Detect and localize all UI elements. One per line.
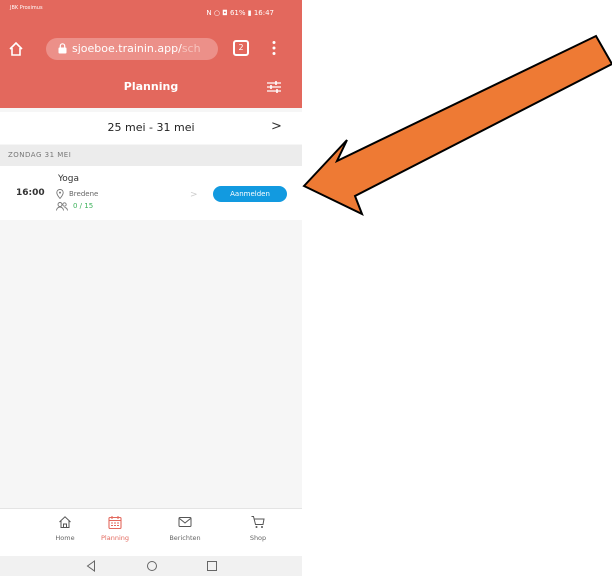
calendar-icon (108, 516, 122, 529)
week-range: 25 mei - 31 mei (107, 121, 195, 134)
event-title: Yoga (58, 174, 80, 184)
system-nav-bar (0, 556, 302, 576)
cart-icon (251, 516, 265, 528)
nav-item-planning[interactable]: Planning (85, 515, 145, 542)
event-capacity: 0 / 15 (73, 202, 94, 210)
page-title: Planning (123, 80, 179, 93)
event-detail-chevron[interactable]: > (190, 190, 198, 200)
event-time: 16:00 (16, 188, 45, 198)
carrier-label: JBK Proximus (10, 5, 43, 11)
home-icon (59, 516, 71, 528)
location-pin-icon (56, 189, 64, 199)
nav-label-planning: Planning (101, 534, 129, 542)
tab-switcher-button[interactable]: 2 (233, 40, 249, 56)
participants-icon (56, 202, 68, 211)
home-icon[interactable] (8, 41, 24, 57)
bottom-nav: Home Planning Berichten Shop (0, 508, 302, 557)
nav-label-berichten: Berichten (169, 534, 201, 542)
filter-icon[interactable] (267, 81, 281, 93)
phone-screen: JBK Proximus N ○ ◘ 61% ▮ 16:47 sjoeboe.t… (0, 0, 302, 576)
app-header: Planning (0, 66, 302, 108)
browser-toolbar: sjoeboe.trainin.app/sch 2 (0, 32, 302, 66)
nav-label-shop: Shop (249, 534, 267, 542)
register-button[interactable]: Aanmelden (213, 186, 287, 202)
nav-item-shop[interactable]: Shop (228, 515, 288, 542)
event-row[interactable]: 16:00 Yoga Bredene 0 / 15 > Aanmelden (0, 166, 302, 220)
back-icon[interactable] (86, 560, 96, 572)
next-week-button[interactable]: > (271, 119, 282, 134)
url-text: sjoeboe.trainin.app/sch (72, 42, 214, 55)
url-faded: sch (181, 42, 201, 55)
nav-item-berichten[interactable]: Berichten (155, 515, 215, 542)
day-header: ZONDAG 31 MEI (0, 145, 302, 166)
status-indicators: N ○ ◘ 61% ▮ 16:47 (206, 9, 274, 17)
event-location: Bredene (69, 190, 99, 198)
week-selector: 25 mei - 31 mei > (0, 112, 302, 144)
mail-icon (178, 517, 192, 527)
lock-icon (58, 43, 67, 54)
url-main: sjoeboe.trainin.app/ (72, 42, 182, 55)
day-label: ZONDAG 31 MEI (8, 151, 72, 159)
more-menu-icon[interactable] (272, 40, 276, 56)
home-button-icon[interactable] (146, 560, 158, 572)
url-bar[interactable]: sjoeboe.trainin.app/sch (46, 38, 218, 60)
status-bar: JBK Proximus N ○ ◘ 61% ▮ 16:47 (0, 0, 302, 32)
recent-apps-icon[interactable] (206, 560, 218, 572)
